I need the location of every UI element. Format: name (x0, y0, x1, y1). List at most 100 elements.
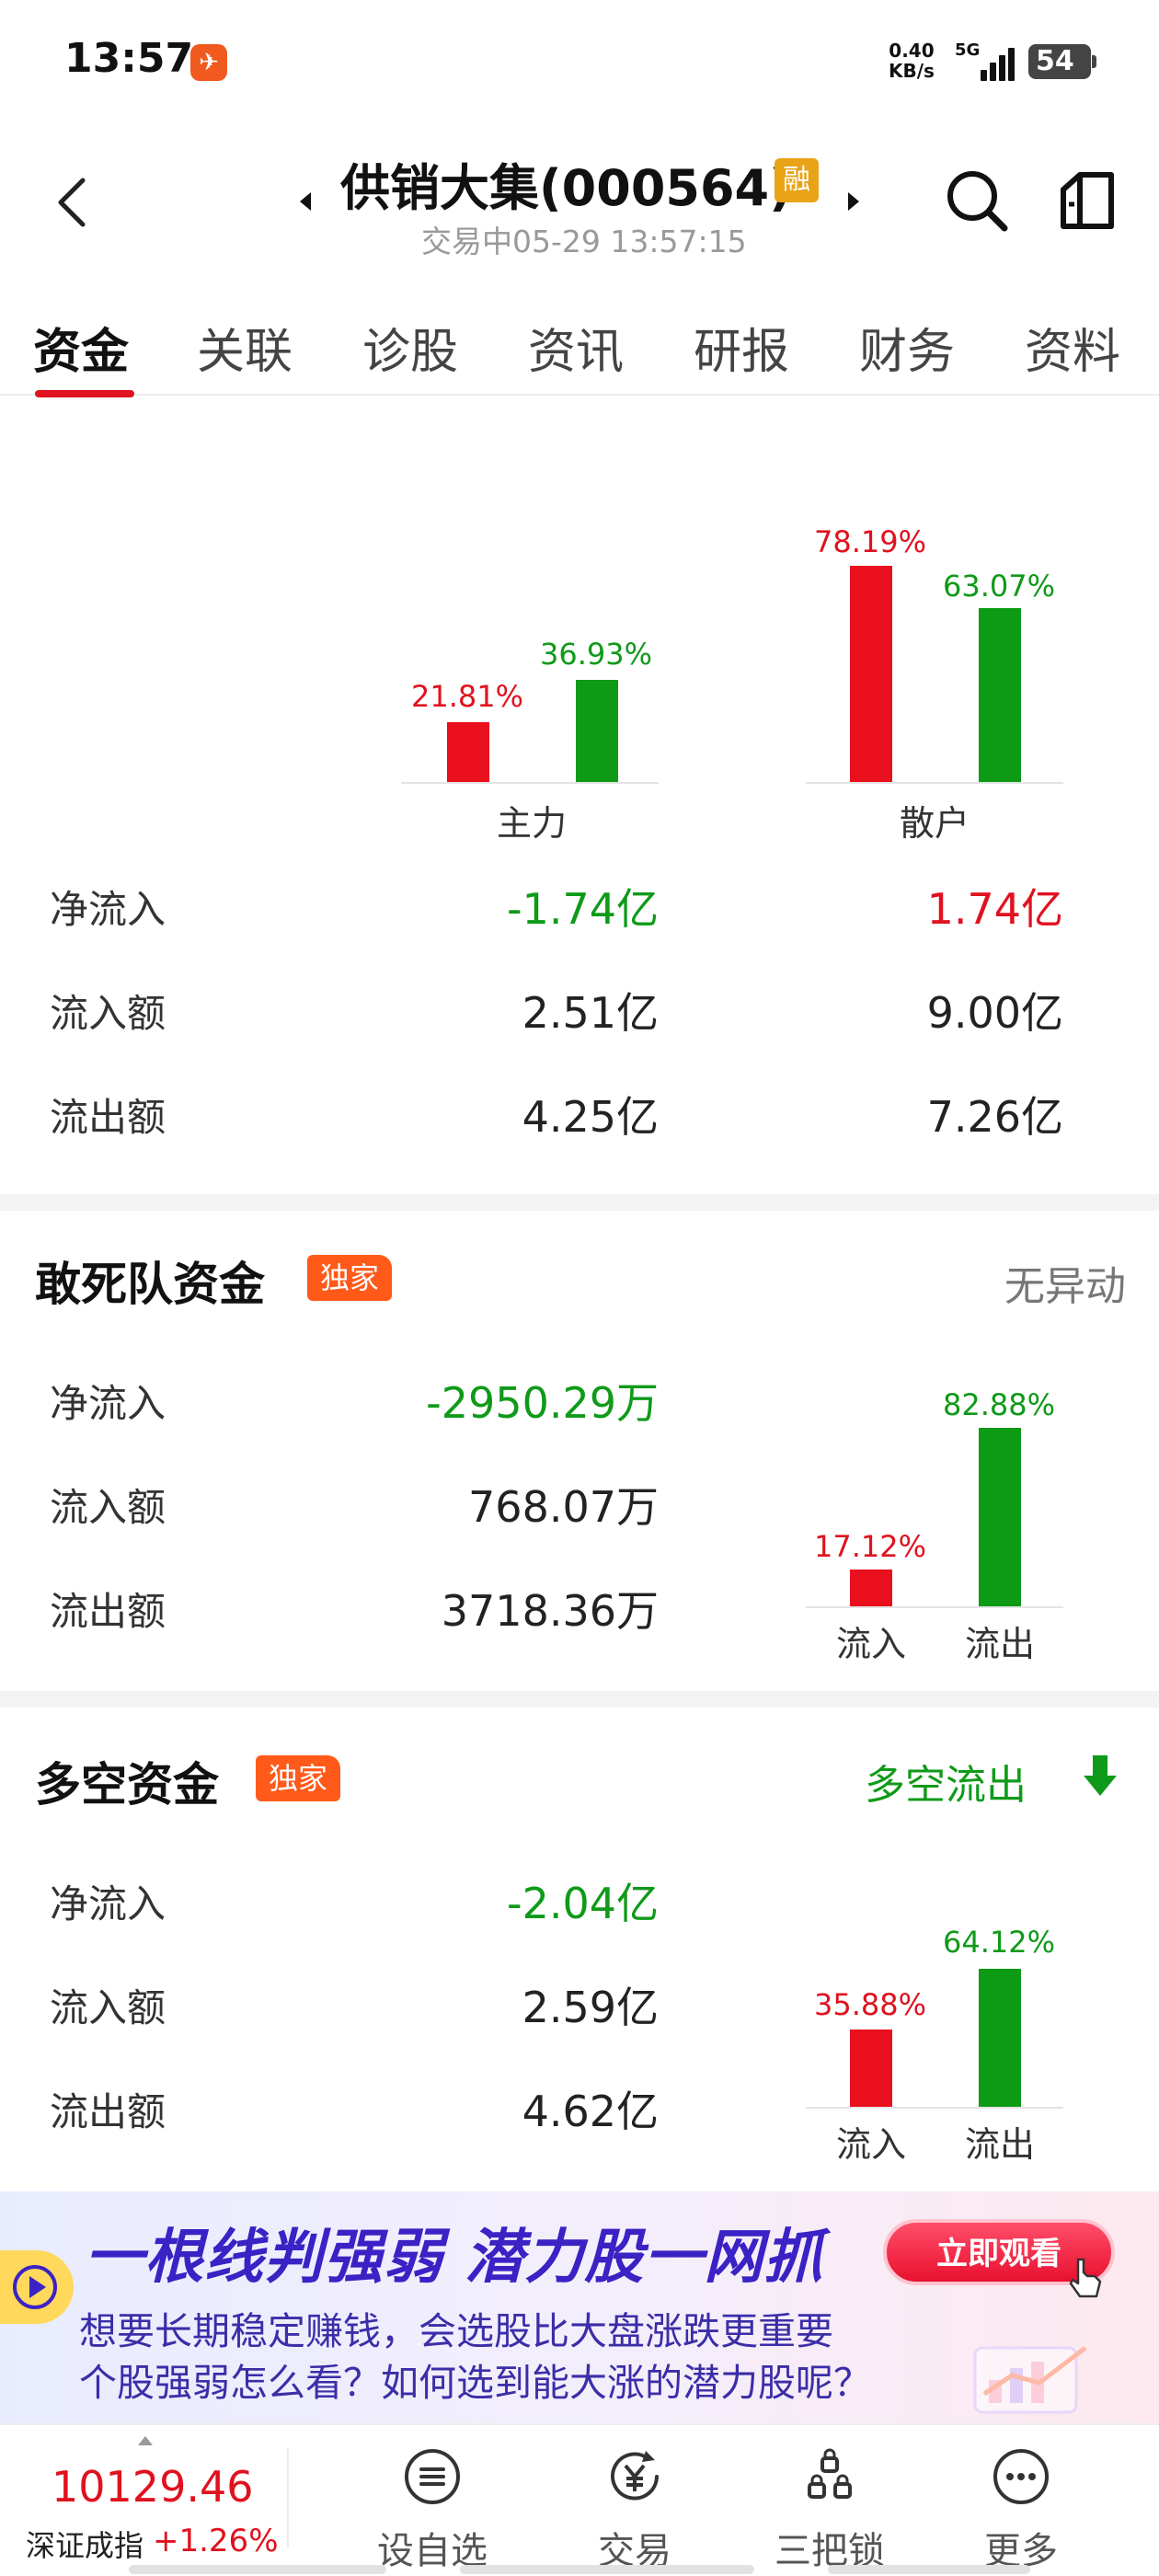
banner-line-2: 个股强弱怎么看？如何选到能大涨的潜力股呢？ (79, 2361, 871, 2405)
main-axis (401, 782, 659, 784)
index-value[interactable]: 10129.46 (52, 2462, 254, 2512)
promo-banner[interactable]: 一根线判强弱 潜力股一网抓 立即观看 想要长期稳定赚钱，会选股比大盘涨跌更重要 … (0, 2191, 1159, 2423)
main-inflow-pct: 21.81% (410, 679, 523, 714)
retail-outflow-bar (979, 608, 1021, 782)
dare-inflow-label: 流入 (835, 1624, 906, 1664)
long-short-outflow-amount: 4.62亿 (522, 2087, 659, 2136)
battery-icon: 54 (1028, 44, 1096, 79)
trade-status: 交易中05-29 13:57:15 (421, 224, 747, 259)
long-short-title: 多空资金 (35, 1758, 219, 1811)
back-icon[interactable] (53, 175, 90, 230)
retail-outflow-amount: 7.26亿 (926, 1092, 1063, 1142)
list-circle-icon (405, 2449, 460, 2504)
nav-add-watchlist[interactable]: 设自选 (350, 2447, 515, 2572)
search-icon[interactable] (942, 166, 1012, 236)
dare-inflow-bar (850, 1570, 892, 1606)
long-short-inflow-bar (850, 2030, 892, 2107)
main-label: 主力 (496, 803, 567, 844)
retail-inflow-bar (850, 566, 892, 782)
exclusive-badge: 独家 (307, 1255, 393, 1301)
retail-inflow-pct: 78.19% (813, 524, 926, 559)
dare-outflow-pct: 82.88% (942, 1387, 1055, 1422)
main-inflow-bar (447, 722, 489, 782)
main-outflow-amount: 4.25亿 (522, 1092, 659, 1142)
dare-to-die-title: 敢死队资金 (35, 1258, 265, 1311)
main-outflow-pct: 36.93% (539, 637, 652, 672)
network-speed-unit: KB/s (889, 60, 935, 82)
tab-capital[interactable]: 资金 (33, 313, 129, 382)
inflow-amount-label: 流入额 (50, 1985, 166, 2030)
dare-inflow-amount: 768.07万 (468, 1482, 659, 1532)
long-short-inflow-label: 流入 (835, 2124, 906, 2165)
nav-three-locks[interactable]: 三把锁 (747, 2447, 912, 2572)
long-short-outflow-label: 流出 (964, 2124, 1035, 2165)
divider (287, 2447, 289, 2548)
chart-illustration-icon (973, 2346, 1087, 2414)
main-outflow-bar (576, 680, 618, 782)
outflow-amount-label: 流出额 (50, 1095, 166, 1140)
arrow-down-icon (1084, 1755, 1117, 1796)
home-indicator (828, 2565, 1030, 2574)
home-indicator (129, 2565, 386, 2574)
index-change: +1.26% (153, 2523, 279, 2559)
inflow-amount-label: 流入额 (50, 991, 166, 1036)
lock-group-icon (808, 2448, 852, 2499)
tab-diagnosis[interactable]: 诊股 (362, 313, 458, 382)
notification-app-icon: ✈ (190, 44, 227, 81)
dare-axis (806, 1606, 1063, 1608)
net-inflow-label: 净流入 (50, 887, 166, 932)
banner-headline: 一根线判强弱 潜力股一网抓 (85, 2224, 824, 2292)
outflow-amount-label: 流出额 (50, 1589, 166, 1634)
retail-outflow-pct: 63.07% (942, 569, 1055, 604)
section-divider (0, 1194, 1159, 1211)
exclusive-badge: 独家 (256, 1755, 341, 1801)
tab-research[interactable]: 研报 (694, 313, 789, 382)
section-divider (0, 1691, 1159, 1708)
network-speed-value: 0.40 (889, 40, 935, 62)
stock-title: 供销大集(000564) (340, 159, 792, 217)
hand-cursor-icon (1069, 2258, 1102, 2298)
retail-inflow-amount: 9.00亿 (926, 988, 1063, 1038)
dare-inflow-pct: 17.12% (813, 1529, 926, 1564)
nav-trade[interactable]: 交易 (552, 2447, 717, 2572)
long-short-axis (806, 2107, 1063, 2109)
status-time: 13:57 (64, 35, 194, 82)
play-icon (0, 2250, 74, 2324)
inflow-amount-label: 流入额 (50, 1485, 166, 1530)
long-short-net-inflow: -2.04亿 (506, 1879, 659, 1928)
retail-axis (806, 782, 1063, 784)
retail-label: 散户 (899, 803, 970, 844)
main-inflow-amount: 2.51亿 (522, 988, 659, 1038)
long-short-inflow-amount: 2.59亿 (522, 1983, 659, 2032)
long-short-outflow-bar (979, 1969, 1021, 2107)
tab-finance[interactable]: 财务 (859, 313, 955, 382)
outflow-amount-label: 流出额 (50, 2089, 166, 2134)
long-short-inflow-pct: 35.88% (813, 1987, 926, 2022)
next-stock-icon[interactable] (844, 189, 863, 214)
long-short-outflow-pct: 64.12% (942, 1925, 1055, 1960)
index-name: 深证成指 (26, 2528, 144, 2563)
net-inflow-label: 净流入 (50, 1881, 166, 1926)
tab-news[interactable]: 资讯 (528, 313, 624, 382)
dare-outflow-amount: 3718.36万 (441, 1586, 659, 1636)
dare-net-inflow: -2950.29万 (426, 1378, 659, 1428)
more-dots-icon (993, 2449, 1049, 2504)
expand-up-icon[interactable] (138, 2436, 153, 2445)
active-tab-indicator (35, 390, 134, 397)
margin-trading-badge: 融 (775, 158, 819, 202)
dare-outflow-bar (979, 1428, 1021, 1606)
main-net-inflow: -1.74亿 (506, 884, 659, 934)
signal-icon (977, 46, 1019, 81)
dare-outflow-label: 流出 (964, 1624, 1035, 1664)
long-short-status: 多空流出 (865, 1762, 1027, 1809)
tab-bar: 资金 关联 诊股 资讯 研报 财务 资料 (0, 294, 1159, 396)
tab-profile[interactable]: 资料 (1025, 313, 1120, 382)
tab-related[interactable]: 关联 (197, 313, 293, 382)
home-indicator (460, 2565, 754, 2574)
net-inflow-label: 净流入 (50, 1381, 166, 1426)
prev-stock-icon[interactable] (296, 189, 315, 214)
retail-net-inflow: 1.74亿 (926, 884, 1063, 934)
network-speed: 0.40 KB/s (889, 40, 935, 81)
nav-more[interactable]: 更多 (938, 2447, 1104, 2572)
layout-toggle-icon[interactable] (1054, 167, 1120, 234)
